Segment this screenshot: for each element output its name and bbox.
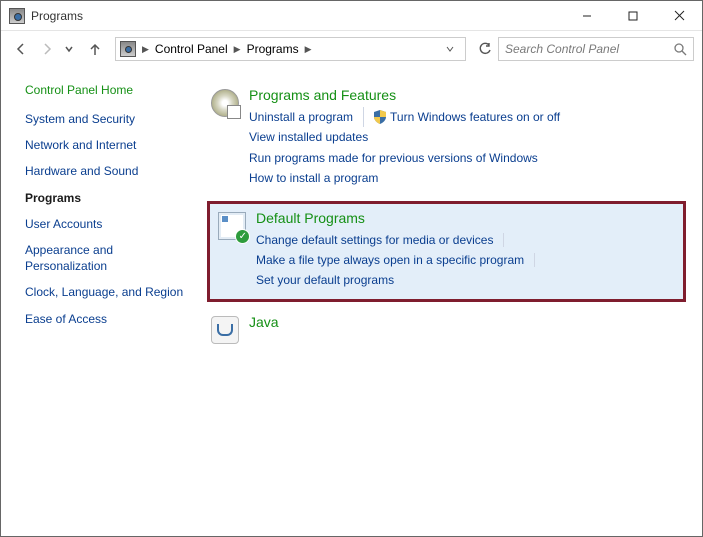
control-panel-icon xyxy=(9,8,25,24)
sidebar-item-hardware-sound[interactable]: Hardware and Sound xyxy=(25,163,187,179)
sidebar-item-system-security[interactable]: System and Security xyxy=(25,111,187,127)
address-dropdown[interactable] xyxy=(439,38,461,60)
up-button[interactable] xyxy=(83,37,107,61)
link-turn-windows-features[interactable]: Turn Windows features on or off xyxy=(374,107,560,127)
control-panel-home-link[interactable]: Control Panel Home xyxy=(25,83,187,97)
section-title-default-programs[interactable]: Default Programs xyxy=(256,210,675,226)
title-bar: Programs xyxy=(1,1,702,31)
window-controls xyxy=(564,1,702,30)
maximize-button[interactable] xyxy=(610,1,656,30)
link-view-updates[interactable]: View installed updates xyxy=(249,127,682,147)
sidebar-item-clock-region[interactable]: Clock, Language, and Region xyxy=(25,284,187,300)
back-button[interactable] xyxy=(9,37,33,61)
java-icon xyxy=(211,316,239,344)
sidebar-item-ease-of-access[interactable]: Ease of Access xyxy=(25,311,187,327)
link-file-type[interactable]: Make a file type always open in a specif… xyxy=(256,253,535,267)
section-default-programs: ✓ Default Programs Change default settin… xyxy=(207,201,686,302)
sidebar-item-appearance[interactable]: Appearance and Personalization xyxy=(25,242,187,274)
breadcrumb-root[interactable]: Control Panel xyxy=(155,42,228,56)
search-placeholder: Search Control Panel xyxy=(505,42,673,56)
link-run-compat[interactable]: Run programs made for previous versions … xyxy=(249,148,682,168)
link-how-install[interactable]: How to install a program xyxy=(249,168,682,188)
breadcrumb-current[interactable]: Programs xyxy=(247,42,299,56)
section-programs-features: Programs and Features Uninstall a progra… xyxy=(201,81,692,199)
minimize-button[interactable] xyxy=(564,1,610,30)
link-uninstall-program[interactable]: Uninstall a program xyxy=(249,107,364,127)
search-input[interactable]: Search Control Panel xyxy=(498,37,694,61)
window-title: Programs xyxy=(31,9,564,23)
chevron-right-icon[interactable]: ▶ xyxy=(305,44,312,55)
control-panel-icon xyxy=(120,41,136,57)
sidebar-item-network[interactable]: Network and Internet xyxy=(25,137,187,153)
address-bar[interactable]: ▶ Control Panel ▶ Programs ▶ xyxy=(115,37,466,61)
programs-features-icon xyxy=(211,89,239,117)
main-content: Programs and Features Uninstall a progra… xyxy=(201,67,702,536)
history-dropdown[interactable] xyxy=(57,37,81,61)
default-programs-icon: ✓ xyxy=(218,212,246,240)
section-java: Java xyxy=(201,308,692,354)
search-icon xyxy=(673,42,687,56)
refresh-button[interactable] xyxy=(474,38,496,60)
chevron-right-icon[interactable]: ▶ xyxy=(234,44,241,55)
chevron-right-icon[interactable]: ▶ xyxy=(142,44,149,55)
section-title-programs-features[interactable]: Programs and Features xyxy=(249,87,682,103)
sidebar: Control Panel Home System and Security N… xyxy=(1,67,201,536)
close-button[interactable] xyxy=(656,1,702,30)
navigation-toolbar: ▶ Control Panel ▶ Programs ▶ Search Cont… xyxy=(1,31,702,67)
sidebar-item-programs[interactable]: Programs xyxy=(25,190,187,206)
forward-button[interactable] xyxy=(35,37,59,61)
section-title-java[interactable]: Java xyxy=(249,314,682,330)
link-change-defaults[interactable]: Change default settings for media or dev… xyxy=(256,233,504,247)
shield-icon xyxy=(374,110,386,124)
sidebar-item-user-accounts[interactable]: User Accounts xyxy=(25,216,187,232)
link-set-defaults[interactable]: Set your default programs xyxy=(256,270,675,290)
